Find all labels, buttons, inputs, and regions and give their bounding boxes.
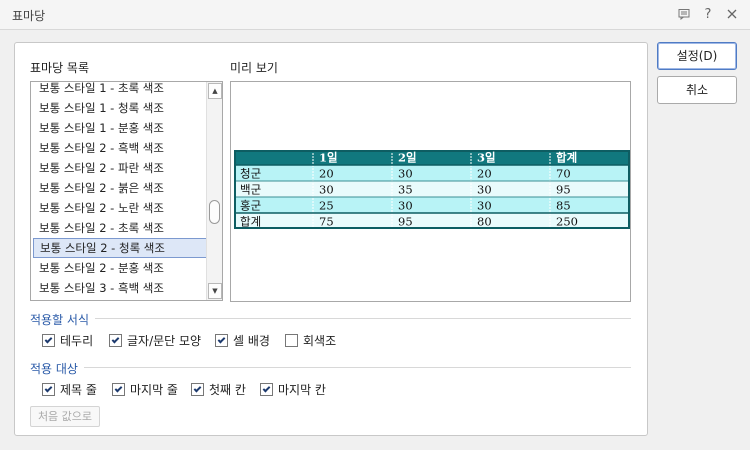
scroll-thumb[interactable] xyxy=(209,200,220,224)
reset-button[interactable]: 처음 값으로 xyxy=(30,406,100,427)
preview-area: 1일 2일 3일 합계 청군 20 30 20 70 백군 30 35 30 95 홍군 25 30 30 85 합계… xyxy=(230,81,631,302)
preview-cell: 20 xyxy=(477,167,492,181)
checkbox-checked-icon[interactable] xyxy=(260,383,273,396)
checkbox-unchecked-icon[interactable] xyxy=(285,334,298,347)
preview-cell: 홍군 xyxy=(240,199,261,213)
apply-target-option[interactable]: 제목 줄 xyxy=(42,381,97,398)
list-scrollbar[interactable]: ▲ ▼ xyxy=(206,82,222,300)
checkbox-label: 회색조 xyxy=(303,334,337,348)
list-item[interactable]: 보통 스타일 2 - 흑백 색조 xyxy=(33,138,207,158)
preview-cell: 35 xyxy=(398,183,413,197)
checkbox-checked-icon[interactable] xyxy=(42,334,55,347)
scroll-down-arrow-icon[interactable]: ▼ xyxy=(208,283,222,299)
preview-cell: 30 xyxy=(319,183,334,197)
apply-target-title: 적용 대상 xyxy=(30,362,78,376)
checkbox-label: 첫째 칸 xyxy=(209,383,246,397)
close-icon[interactable] xyxy=(724,6,740,22)
list-item[interactable]: 보통 스타일 2 - 분홍 색조 xyxy=(33,258,207,278)
list-item[interactable]: 보통 스타일 2 - 청록 색조 xyxy=(33,238,207,258)
style-list[interactable]: 보통 스타일 1 - 초록 색조 보통 스타일 1 - 청록 색조 보통 스타일 1… xyxy=(30,81,223,301)
preview-cell: 합계 xyxy=(240,215,261,229)
checkbox-checked-icon[interactable] xyxy=(215,334,228,347)
preview-cell: 30 xyxy=(477,183,492,197)
apply-format-option[interactable]: 회색조 xyxy=(285,332,336,349)
cancel-button[interactable]: 취소 xyxy=(657,76,737,104)
preview-cell: 80 xyxy=(477,215,492,229)
apply-format-option[interactable]: 글자/문단 모양 xyxy=(109,332,201,349)
preview-header-cell: 1일 xyxy=(319,151,338,165)
list-item[interactable]: 보통 스타일 2 - 노란 색조 xyxy=(33,198,207,218)
checkbox-checked-icon[interactable] xyxy=(191,383,204,396)
title-bar-icons: ? xyxy=(676,6,740,22)
preview-label: 미리 보기 xyxy=(230,61,278,75)
preview-cell: 30 xyxy=(398,199,413,213)
preview-cell: 250 xyxy=(556,215,578,229)
list-item[interactable]: 보통 스타일 2 - 파란 색조 xyxy=(33,158,207,178)
preview-cell: 85 xyxy=(556,199,571,213)
checkbox-checked-icon[interactable] xyxy=(112,383,125,396)
preview-cell: 백군 xyxy=(240,183,261,197)
apply-format-option[interactable]: 테두리 xyxy=(42,332,93,349)
preview-cell: 30 xyxy=(477,199,492,213)
checkbox-label: 제목 줄 xyxy=(60,383,97,397)
help-icon[interactable]: ? xyxy=(700,6,716,22)
comment-icon[interactable] xyxy=(676,6,692,22)
apply-target-option[interactable]: 마지막 칸 xyxy=(260,381,326,398)
preview-header-cell: 2일 xyxy=(398,151,417,165)
checkbox-label: 글자/문단 모양 xyxy=(127,334,202,348)
checkbox-label: 테두리 xyxy=(60,334,94,348)
preview-cell: 75 xyxy=(319,215,334,229)
set-button[interactable]: 설정(D) xyxy=(657,42,737,70)
scroll-up-arrow-icon[interactable]: ▲ xyxy=(208,83,222,99)
list-item[interactable]: 보통 스타일 1 - 청록 색조 xyxy=(33,98,207,118)
title-bar: 표마당 ? xyxy=(0,0,750,30)
preview-cell: 95 xyxy=(556,183,571,197)
list-item[interactable]: 보통 스타일 1 - 초록 색조 xyxy=(33,82,207,98)
checkbox-label: 마지막 칸 xyxy=(278,383,326,397)
list-item[interactable]: 보통 스타일 2 - 붉은 색조 xyxy=(33,178,207,198)
apply-format-title: 적용할 서식 xyxy=(30,313,90,327)
checkbox-checked-icon[interactable] xyxy=(109,334,122,347)
preview-header-cell: 합계 xyxy=(556,151,577,165)
apply-format-divider xyxy=(95,318,631,319)
apply-target-option[interactable]: 첫째 칸 xyxy=(191,381,246,398)
apply-format-option[interactable]: 셀 배경 xyxy=(215,332,270,349)
preview-cell: 20 xyxy=(319,167,334,181)
apply-target-option[interactable]: 마지막 줄 xyxy=(112,381,178,398)
style-list-label: 표마당 목록 xyxy=(30,61,90,75)
preview-cell: 청군 xyxy=(240,167,261,181)
preview-cell: 25 xyxy=(319,199,334,213)
list-item[interactable]: 보통 스타일 2 - 초록 색조 xyxy=(33,218,207,238)
preview-cell: 95 xyxy=(398,215,413,229)
preview-table: 1일 2일 3일 합계청군 20 30 20 70백군 30 35 30 95홍군 25 30 30 85합계… xyxy=(234,150,630,229)
apply-target-divider xyxy=(84,367,631,368)
list-item[interactable]: 보통 스타일 1 - 분홍 색조 xyxy=(33,118,207,138)
preview-header-cell: 3일 xyxy=(477,151,496,165)
preview-cell: 70 xyxy=(556,167,571,181)
window-title: 표마당 xyxy=(12,9,46,23)
checkbox-checked-icon[interactable] xyxy=(42,383,55,396)
preview-cell: 30 xyxy=(398,167,413,181)
checkbox-label: 셀 배경 xyxy=(233,334,270,348)
checkbox-label: 마지막 줄 xyxy=(130,383,178,397)
list-item[interactable]: 보통 스타일 3 - 흑백 색조 xyxy=(33,278,207,298)
